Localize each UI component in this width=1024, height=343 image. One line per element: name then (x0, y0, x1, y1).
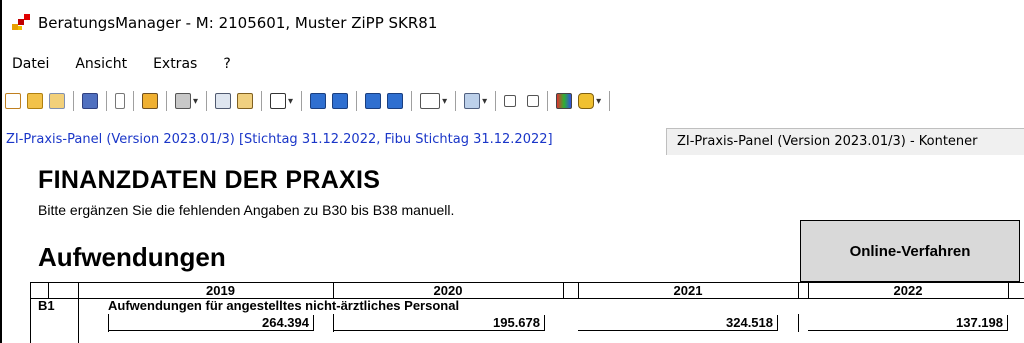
toolbar-separator (495, 91, 497, 111)
year-2021: 2021 (673, 283, 703, 298)
row-code: B1 (38, 298, 55, 313)
toolbar-separator (73, 91, 74, 111)
year-2022: 2022 (893, 283, 923, 298)
value-2020[interactable]: 195.678 (333, 315, 545, 331)
toolbar-separator (547, 91, 549, 111)
value-2019[interactable]: 264.394 (108, 315, 314, 331)
toolbar-separator (455, 91, 457, 111)
toolbar-separator (261, 91, 263, 111)
tab-kontenzuordnung[interactable]: ZI-Praxis-Panel (Version 2023.01/3) - Ko… (666, 128, 1024, 155)
title-bar: BeratungsManager - M: 2105601, Muster Zi… (2, 0, 1024, 46)
print-icon[interactable] (175, 93, 191, 109)
toolbar-separator (411, 91, 413, 111)
move-left-icon[interactable] (387, 93, 404, 109)
year-header-row: 2019 2020 2021 2022 (30, 282, 1024, 299)
move-right-icon[interactable] (365, 93, 382, 109)
instruction-text: Bitte ergänzen Sie die fehlenden Angaben… (38, 202, 455, 218)
menu-ansicht[interactable]: Ansicht (65, 56, 137, 72)
value-2022[interactable]: 137.198 (808, 315, 1008, 331)
panel-content: FINANZDATEN DER PRAXIS Bitte ergänzen Si… (0, 158, 1024, 343)
value-dropdown-icon[interactable]: ▾ (442, 96, 447, 107)
row-label: Aufwendungen für angestelltes nicht-ärzt… (108, 298, 460, 313)
toolbar-separator (206, 91, 208, 111)
table-row: B1 Aufwendungen für angestelltes nicht-ä… (30, 298, 1024, 343)
year-2020: 2020 (433, 283, 463, 298)
database-icon[interactable] (578, 93, 595, 109)
export-icon[interactable] (464, 93, 481, 109)
menu-bar: Datei Ansicht Extras ? (2, 52, 247, 76)
toolbar-separator (133, 91, 134, 111)
value-row: 264.394 195.678 324.518 137.198 (30, 314, 1024, 343)
page-title: FINANZDATEN DER PRAXIS (38, 166, 381, 194)
collapse-icon[interactable] (527, 95, 540, 107)
year-2019: 2019 (206, 283, 235, 298)
expand-icon[interactable] (504, 95, 517, 107)
toolbar-separator (106, 91, 107, 111)
menu-extras[interactable]: Extras (143, 56, 207, 72)
toolbar-separator (301, 91, 303, 111)
export-dropdown-icon[interactable]: ▾ (482, 96, 487, 107)
print-dropdown-icon[interactable]: ▾ (193, 96, 198, 107)
attachment-icon[interactable] (115, 93, 125, 109)
tab-praxis-panel[interactable]: ZI-Praxis-Panel (Version 2023.01/3) [Sti… (2, 126, 553, 154)
menu-datei[interactable]: Datei (2, 56, 59, 72)
app-logo-icon (12, 14, 30, 32)
grid-icon[interactable] (270, 93, 287, 109)
database-dropdown-icon[interactable]: ▾ (596, 96, 601, 107)
toolbar-separator (609, 91, 611, 111)
online-verfahren-button[interactable]: Online-Verfahren (800, 220, 1020, 282)
move-down-icon[interactable] (310, 93, 327, 109)
save-icon[interactable] (82, 93, 98, 109)
open-folder-icon[interactable] (27, 93, 43, 109)
new-document-icon[interactable] (5, 93, 21, 109)
window-title: BeratungsManager - M: 2105601, Muster Zi… (38, 14, 438, 32)
toolbar: ▾ ▾ ▾ ▾ ▾ (2, 86, 1022, 116)
toolbar-separator (166, 91, 167, 111)
color-palette-icon[interactable] (556, 93, 573, 109)
value-field-icon[interactable] (420, 93, 441, 109)
toolbar-separator (356, 91, 358, 111)
report-icon[interactable] (237, 93, 254, 109)
value-2021[interactable]: 324.518 (578, 315, 778, 331)
open-multiple-icon[interactable] (49, 93, 65, 109)
grid-dropdown-icon[interactable]: ▾ (288, 96, 293, 107)
tab-strip: ZI-Praxis-Panel (Version 2023.01/3) [Sti… (0, 126, 1024, 156)
menu-help[interactable]: ? (213, 56, 240, 72)
move-up-icon[interactable] (332, 93, 349, 109)
section-title: Aufwendungen (38, 242, 226, 272)
edit-pencil-icon[interactable] (142, 93, 158, 109)
calculator-icon[interactable] (215, 93, 232, 109)
